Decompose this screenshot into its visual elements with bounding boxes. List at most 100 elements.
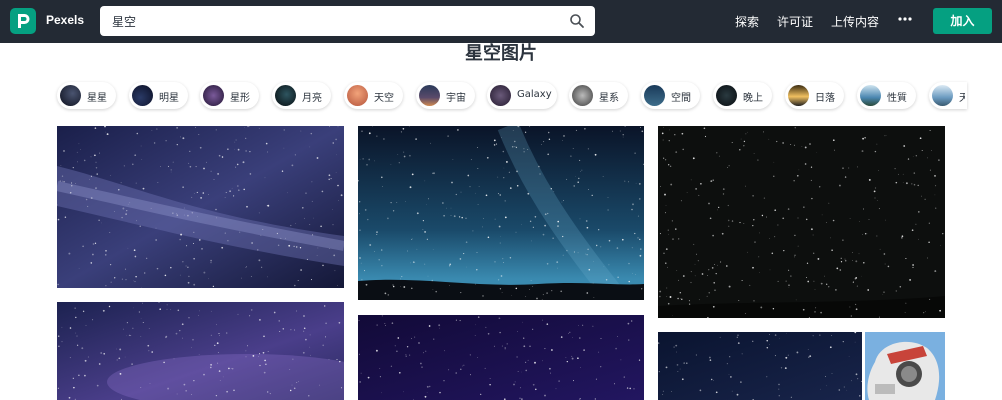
star-speck [176,127,178,129]
star-speck [416,212,419,215]
star-speck [634,152,636,154]
star-speck [785,356,788,359]
star-speck [177,309,180,312]
star-speck [912,156,914,157]
star-speck [573,380,574,382]
star-speck [335,138,337,141]
star-speck [681,132,684,135]
star-speck [259,364,261,367]
star-speck [731,141,733,144]
star-speck [782,142,784,144]
star-speck [911,183,913,185]
photo-deep-purple-starfield[interactable] [358,315,644,400]
nav-upload-link[interactable]: 上传内容 [831,13,879,30]
photo-dark-starry-sky[interactable] [658,126,945,318]
star-speck [493,139,496,142]
star-speck [796,351,799,354]
star-speck [424,180,426,182]
star-speck [934,194,936,196]
chip-galaxies[interactable]: 星系 [569,82,628,109]
search-icon[interactable] [569,13,585,29]
star-speck [337,126,339,128]
chip-stars[interactable]: 星星 [57,82,116,109]
chip-sky[interactable]: 天空 [344,82,403,109]
chip-space[interactable]: 空間 [641,82,700,109]
star-speck [311,200,313,202]
chip-thumbnail [644,85,665,106]
photo-blue-night-sky[interactable] [358,126,644,300]
star-speck [523,345,526,348]
star-speck [234,148,236,150]
star-speck [677,297,679,300]
star-speck [859,221,860,222]
chip-night[interactable]: 晚上 [713,82,772,109]
search-input[interactable]: 星空 [100,6,595,36]
star-speck [149,383,151,384]
star-speck [600,338,602,339]
star-speck [575,129,577,131]
star-speck [698,194,700,196]
chip-sky-2[interactable]: 天 [929,82,967,109]
star-speck [587,148,589,150]
star-speck [715,272,717,275]
chip-sunset[interactable]: 日落 [785,82,844,109]
photo-navy-starfield[interactable] [658,332,862,400]
photo-milky-way-panorama[interactable] [57,126,344,288]
star-speck [769,344,770,345]
star-speck [794,234,796,237]
star-speck [387,294,390,296]
star-speck [579,218,581,220]
chip-universe[interactable]: 宇宙 [416,82,475,109]
star-speck [467,174,470,177]
pexels-logo-icon[interactable] [10,8,36,34]
nav-license-link[interactable]: 许可证 [777,13,813,30]
star-speck [182,261,184,263]
star-speck [118,189,120,191]
star-speck [181,323,184,326]
star-speck [339,360,341,363]
app-name[interactable]: Pexels [46,13,84,27]
star-speck [925,311,926,313]
star-speck [398,162,400,164]
star-speck [502,258,504,260]
chip-nature[interactable]: 性質 [857,82,916,109]
join-button[interactable]: 加入 [933,8,992,34]
chip-star[interactable]: 明星 [129,82,188,109]
star-speck [672,238,674,240]
star-speck [694,263,696,265]
star-speck [864,233,867,235]
search-query-text[interactable]: 星空 [112,13,136,30]
star-speck [359,159,361,160]
star-speck [231,187,233,189]
star-speck [885,135,887,136]
star-speck [844,176,847,178]
star-speck [919,137,922,140]
star-speck [465,217,467,219]
star-speck [222,376,224,378]
photo-purple-galaxy[interactable] [57,302,344,400]
star-speck [874,150,877,153]
star-speck [637,215,639,217]
star-speck [831,373,833,374]
chip-star-shape[interactable]: 星形 [200,82,259,109]
star-speck [90,262,93,264]
star-speck [337,184,339,187]
star-speck [250,276,252,277]
star-speck [135,220,137,222]
more-options-icon[interactable] [897,11,913,27]
star-speck [752,340,754,342]
star-speck [532,286,534,287]
star-speck [627,322,630,325]
star-speck [409,354,411,356]
star-speck [844,258,846,260]
photo-astronaut[interactable] [865,332,945,400]
star-speck [826,283,828,285]
star-speck [257,249,259,251]
chip-galaxy[interactable]: Galaxy [487,82,557,109]
star-speck [470,159,472,161]
chip-moon[interactable]: 月亮 [272,82,331,109]
star-speck [296,310,297,312]
star-speck [69,327,72,329]
nav-explore-link[interactable]: 探索 [735,13,759,30]
star-speck [719,336,721,338]
